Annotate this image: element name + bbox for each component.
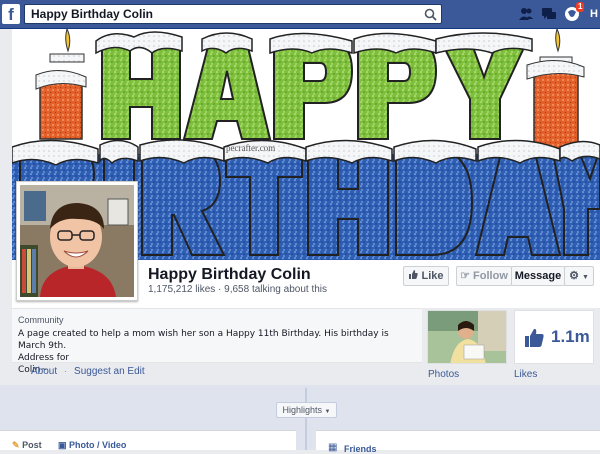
- likes-count: 1.1m: [551, 327, 590, 346]
- search-input[interactable]: Happy Birthday Colin: [24, 4, 442, 24]
- message-button-label: Message: [514, 270, 562, 282]
- description-line: A page created to help a mom wish her so…: [18, 329, 389, 351]
- separator-dot: ·: [63, 366, 68, 377]
- friends-icon: ▦: [328, 442, 338, 453]
- follow-button-label: Follow: [473, 270, 508, 282]
- facebook-logo[interactable]: f: [2, 4, 20, 24]
- post-label: Post: [22, 440, 42, 450]
- friend-requests-icon[interactable]: [518, 6, 534, 22]
- highlights-dropdown[interactable]: Highlights ▼: [276, 402, 337, 418]
- search-icon[interactable]: [424, 8, 437, 21]
- photo-icon: ▣: [58, 440, 67, 450]
- thumbs-up-icon: [525, 328, 544, 347]
- profile-picture[interactable]: [16, 181, 138, 301]
- gear-menu-button[interactable]: ⚙ ▼: [564, 266, 594, 286]
- about-links: About · Suggest an Edit: [31, 366, 149, 377]
- rss-icon: ☞: [460, 270, 470, 282]
- page-stats: 1,175,212 likes · 9,658 talking about th…: [148, 284, 328, 295]
- like-button-label: Like: [421, 270, 444, 282]
- messages-icon[interactable]: [541, 6, 557, 22]
- post-icon: ✎: [12, 440, 20, 450]
- highlights-label: Highlights: [282, 405, 323, 415]
- search-query-text: Happy Birthday Colin: [31, 7, 154, 21]
- friends-box: ▦ Friends: [316, 430, 600, 454]
- composer-tab-post[interactable]: ✎ Post: [12, 440, 42, 451]
- photos-thumbnail: [428, 311, 506, 363]
- top-navigation-bar: f Happy Birthday Colin 1 H: [0, 0, 600, 29]
- page-title[interactable]: Happy Birthday Colin: [148, 266, 311, 284]
- composer-tabs: ✎ Post ▣ Photo / Video: [0, 430, 296, 450]
- photo-video-label: Photo / Video: [69, 440, 127, 450]
- cover-watermark: pecrafter.com: [226, 143, 276, 153]
- like-button[interactable]: Like: [403, 266, 449, 286]
- photos-label[interactable]: Photos: [428, 369, 459, 380]
- description-line: Address for: [18, 353, 70, 363]
- about-link[interactable]: About: [31, 366, 57, 377]
- home-link[interactable]: H: [590, 8, 598, 20]
- message-button[interactable]: Message: [511, 266, 565, 286]
- gear-icon: ⚙: [569, 270, 579, 282]
- likes-tile[interactable]: 1.1m: [514, 310, 594, 364]
- notification-count-badge: 1: [576, 2, 585, 12]
- friends-label[interactable]: Friends: [344, 444, 377, 454]
- chevron-down-icon: ▼: [324, 409, 331, 415]
- suggest-edit-link[interactable]: Suggest an Edit: [74, 366, 145, 377]
- profile-photo-boy: [20, 185, 134, 297]
- page-category: Community: [18, 315, 64, 325]
- photos-tile[interactable]: [427, 310, 507, 364]
- about-box: Community A page created to help a mom w…: [12, 308, 422, 375]
- likes-label[interactable]: Likes: [514, 369, 537, 380]
- composer-tab-photo-video[interactable]: ▣ Photo / Video: [58, 440, 126, 451]
- thumbs-up-icon: [409, 270, 419, 279]
- follow-button[interactable]: ☞ Follow: [456, 266, 512, 286]
- timeline-spine: [305, 388, 307, 450]
- chevron-down-icon: ▼: [582, 274, 589, 281]
